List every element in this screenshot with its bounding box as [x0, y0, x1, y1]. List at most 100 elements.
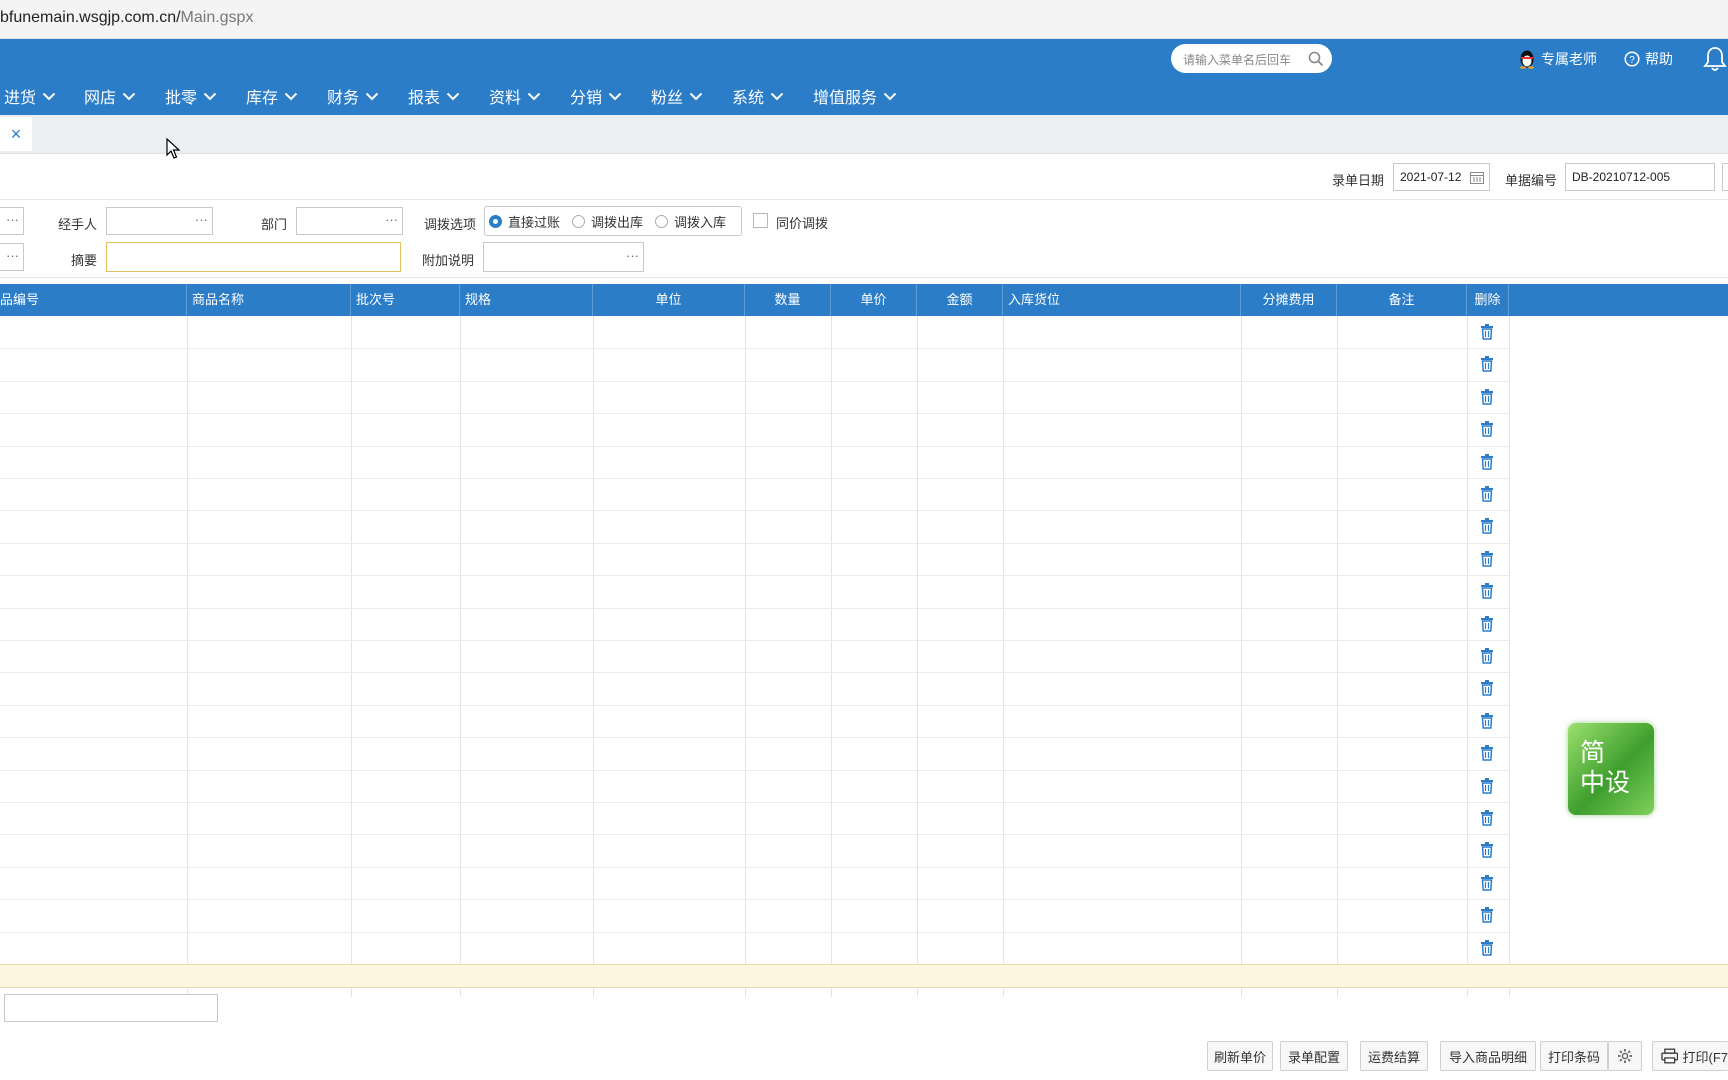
- more-dots-icon[interactable]: ···: [6, 248, 19, 263]
- col-unit[interactable]: 单位: [593, 284, 745, 316]
- help-link[interactable]: ? 帮助: [1624, 49, 1673, 69]
- grid-column-line: [1241, 316, 1242, 997]
- col-batch-no[interactable]: 批次号: [351, 284, 460, 316]
- col-location[interactable]: 入库货位: [1003, 284, 1241, 316]
- store-field[interactable]: ···: [0, 207, 24, 235]
- more-dots-icon[interactable]: ···: [6, 212, 19, 227]
- date-field[interactable]: 2021-07-12: [1393, 163, 1490, 191]
- docno-field[interactable]: DB-20210712-005: [1565, 163, 1715, 191]
- docno-label: 单据编号: [1505, 173, 1558, 188]
- col-unit-price[interactable]: 单价: [831, 284, 917, 316]
- radio-direct-post[interactable]: 直接过账: [489, 212, 560, 231]
- radio-transfer-in[interactable]: 调拨入库: [655, 212, 726, 231]
- footer-input[interactable]: [4, 994, 218, 1022]
- more-dots-icon[interactable]: ···: [385, 212, 398, 227]
- more-dots-icon[interactable]: ···: [626, 248, 639, 263]
- floating-assistant-badge[interactable]: 简 中设: [1568, 723, 1654, 815]
- col-item-code[interactable]: 品编号: [0, 284, 187, 316]
- nav-item-label: 库存: [246, 90, 279, 107]
- col-remark[interactable]: 备注: [1337, 284, 1467, 316]
- col-item-name[interactable]: 商品名称: [187, 284, 351, 316]
- more-dots-icon[interactable]: ···: [195, 212, 208, 227]
- radio-dot[interactable]: [489, 214, 502, 228]
- trash-icon[interactable]: [1480, 648, 1494, 664]
- radio-dot[interactable]: [572, 214, 586, 228]
- teacher-link[interactable]: 专属老师: [1518, 49, 1597, 69]
- trash-icon[interactable]: [1480, 551, 1494, 567]
- trash-icon[interactable]: [1480, 680, 1494, 696]
- nav-item[interactable]: 报表: [408, 84, 489, 108]
- docno-extra-field[interactable]: [1722, 163, 1728, 191]
- nav-item[interactable]: 增值服务: [813, 84, 923, 108]
- col-amount[interactable]: 金额: [917, 284, 1003, 316]
- handler-field[interactable]: ···: [106, 207, 213, 235]
- mouse-cursor-icon: [166, 138, 180, 159]
- bell-icon[interactable]: [1703, 45, 1727, 73]
- trash-icon[interactable]: [1480, 810, 1494, 826]
- radio-dot[interactable]: [655, 214, 669, 228]
- dept-field[interactable]: ···: [296, 207, 403, 235]
- address-bar[interactable]: bfunemain.wsgjp.com.cn/Main.gspx: [0, 0, 1728, 39]
- print-barcode-button[interactable]: 打印条码: [1540, 1041, 1608, 1071]
- radio-transfer-out[interactable]: 调拨出库: [572, 212, 643, 231]
- same-price-checkbox[interactable]: [753, 213, 768, 228]
- badge-text-2: 中设: [1580, 769, 1631, 797]
- extra-note-label: 附加说明: [422, 253, 475, 268]
- extra-note-field[interactable]: ···: [483, 242, 644, 272]
- nav-item[interactable]: 网店: [84, 84, 165, 108]
- nav-item[interactable]: 粉丝: [651, 84, 732, 108]
- url-text[interactable]: bfunemain.wsgjp.com.cn/Main.gspx: [0, 9, 253, 27]
- nav-item[interactable]: 批零: [165, 84, 246, 108]
- nav-item[interactable]: 进货: [0, 84, 84, 108]
- col-delete[interactable]: 删除: [1467, 284, 1509, 316]
- calendar-icon[interactable]: [1470, 171, 1484, 184]
- import-items-button[interactable]: 导入商品明细: [1440, 1041, 1536, 1071]
- trash-icon[interactable]: [1480, 616, 1494, 632]
- trash-icon[interactable]: [1480, 324, 1494, 340]
- refresh-price-button[interactable]: 刷新单价: [1207, 1041, 1273, 1071]
- nav-item-label: 批零: [165, 90, 198, 107]
- trash-icon[interactable]: [1480, 389, 1494, 405]
- store-field-2[interactable]: ···: [0, 243, 24, 271]
- table-row: [0, 543, 1509, 544]
- freight-settle-button[interactable]: 运费结算: [1360, 1041, 1428, 1071]
- chevron-down-icon: [122, 92, 136, 100]
- trash-icon[interactable]: [1480, 454, 1494, 470]
- table-row: [0, 899, 1509, 900]
- grid-column-line: [1003, 316, 1004, 997]
- col-quantity[interactable]: 数量: [745, 284, 831, 316]
- chevron-down-icon: [608, 92, 622, 100]
- trash-icon[interactable]: [1480, 875, 1494, 891]
- trash-icon[interactable]: [1480, 940, 1494, 956]
- search-icon[interactable]: [1308, 51, 1324, 67]
- menu-search-box[interactable]: [1171, 44, 1332, 75]
- table-row: [0, 510, 1509, 511]
- print-button[interactable]: 打印(F7: [1652, 1041, 1728, 1071]
- nav-item[interactable]: 库存: [246, 84, 327, 108]
- entry-config-button[interactable]: 录单配置: [1280, 1041, 1348, 1071]
- print-settings-button[interactable]: [1608, 1041, 1642, 1071]
- chevron-down-icon: [689, 92, 703, 100]
- trash-icon[interactable]: [1480, 486, 1494, 502]
- trash-icon[interactable]: [1480, 745, 1494, 761]
- trash-icon[interactable]: [1480, 713, 1494, 729]
- trash-icon[interactable]: [1480, 907, 1494, 923]
- nav-item[interactable]: 资料: [489, 84, 570, 108]
- trash-icon[interactable]: [1480, 356, 1494, 372]
- trash-icon[interactable]: [1480, 842, 1494, 858]
- tab-close-button[interactable]: ×: [0, 117, 32, 151]
- menu-search-input[interactable]: [1181, 44, 1313, 75]
- grid-column-line: [351, 316, 352, 997]
- summary-input[interactable]: [106, 242, 401, 272]
- trash-icon[interactable]: [1480, 518, 1494, 534]
- nav-item[interactable]: 系统: [732, 84, 813, 108]
- col-allocated-fee[interactable]: 分摊费用: [1241, 284, 1337, 316]
- trash-icon[interactable]: [1480, 421, 1494, 437]
- radio-label: 直接过账: [508, 214, 561, 230]
- trash-icon[interactable]: [1480, 778, 1494, 794]
- col-spec[interactable]: 规格: [460, 284, 593, 316]
- nav-item[interactable]: 财务: [327, 84, 408, 108]
- table-row: [0, 867, 1509, 868]
- nav-item[interactable]: 分销: [570, 84, 651, 108]
- trash-icon[interactable]: [1480, 583, 1494, 599]
